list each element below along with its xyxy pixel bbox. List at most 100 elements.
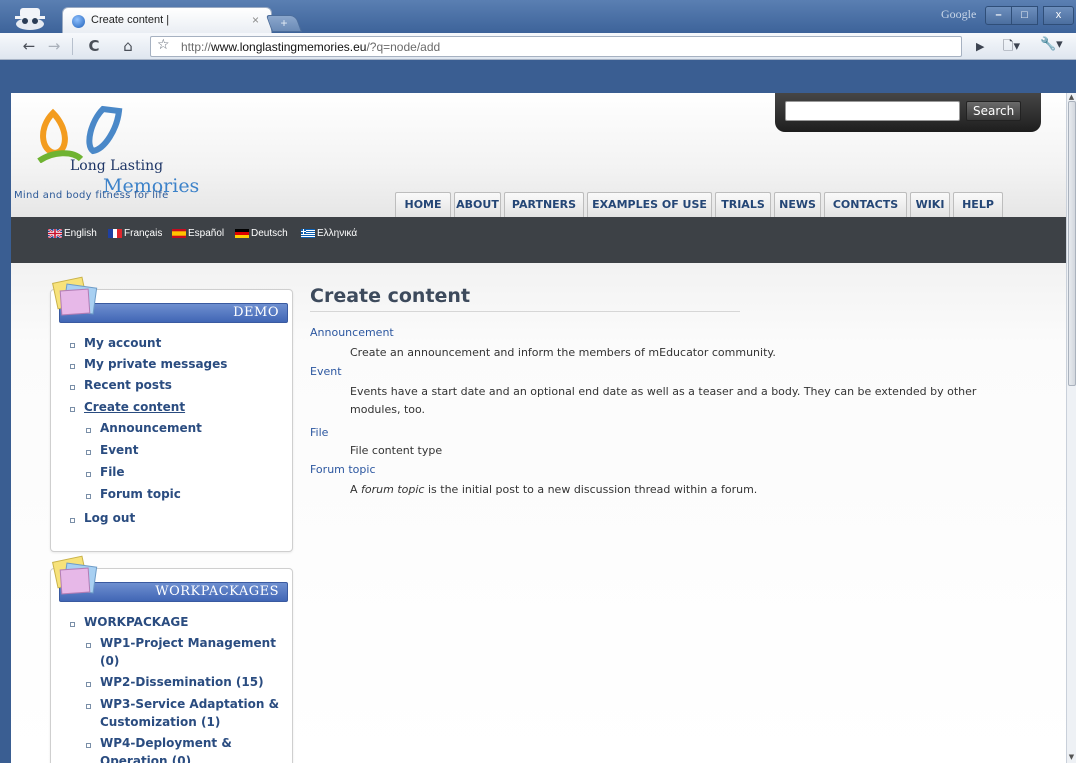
desc-event: Events have a start date and an optional… bbox=[350, 385, 977, 398]
forward-arrow-icon[interactable]: → bbox=[43, 37, 65, 57]
bullet-icon bbox=[70, 407, 75, 412]
menu-log-out[interactable]: Log out bbox=[84, 511, 135, 525]
menu-wp3-line2[interactable]: Customization (1) bbox=[100, 715, 220, 729]
page-viewport: Long Lasting Memories Mind and body fitn… bbox=[11, 93, 1066, 763]
menu-wp1-count[interactable]: (0) bbox=[100, 654, 119, 668]
uk-flag-icon bbox=[48, 229, 62, 238]
menu-forum-topic[interactable]: Forum topic bbox=[100, 487, 181, 501]
go-arrow-icon[interactable]: ▶ bbox=[976, 40, 984, 53]
menu-workpackage[interactable]: WORKPACKAGE bbox=[84, 615, 188, 629]
scroll-up-icon[interactable]: ▲ bbox=[1067, 93, 1076, 101]
search-input[interactable] bbox=[785, 101, 960, 121]
spain-flag-icon bbox=[172, 229, 186, 238]
bookmark-star-icon[interactable]: ☆ bbox=[157, 37, 170, 53]
incognito-icon bbox=[15, 8, 45, 30]
desc-event-line2: modules, too. bbox=[350, 403, 426, 416]
workpackages-block-title: WORKPACKAGES bbox=[155, 584, 279, 599]
menu-wp4-line2[interactable]: Operation (0) bbox=[100, 754, 191, 763]
url-text[interactable]: http://www.longlastingmemories.eu/?q=nod… bbox=[181, 40, 440, 54]
lang-greek[interactable]: Ελληνικά bbox=[317, 228, 357, 239]
bullet-icon bbox=[70, 364, 75, 369]
scroll-down-icon[interactable]: ▼ bbox=[1067, 753, 1076, 763]
menu-wp3[interactable]: WP3-Service Adaptation & bbox=[100, 697, 279, 711]
bullet-icon bbox=[70, 518, 75, 523]
search-button[interactable]: Search bbox=[966, 101, 1022, 121]
link-file[interactable]: File bbox=[310, 426, 328, 439]
bullet-icon bbox=[86, 428, 91, 433]
site-header: Long Lasting Memories Mind and body fitn… bbox=[11, 93, 1066, 217]
france-flag-icon bbox=[108, 229, 122, 238]
tab-close-icon[interactable]: × bbox=[252, 13, 259, 27]
home-icon[interactable]: ⌂ bbox=[117, 37, 139, 57]
desc-forum-post: is the initial post to a new discussion … bbox=[424, 483, 758, 496]
nav-tab-contacts[interactable]: CONTACTS bbox=[824, 192, 907, 217]
nav-tab-partners[interactable]: PARTNERS bbox=[504, 192, 584, 217]
toolbar-divider bbox=[72, 38, 73, 55]
bullet-icon bbox=[86, 494, 91, 499]
menu-private-messages[interactable]: My private messages bbox=[84, 357, 227, 371]
germany-flag-icon bbox=[235, 229, 249, 238]
lang-spanish[interactable]: Español bbox=[188, 228, 224, 239]
menu-create-content[interactable]: Create content bbox=[84, 400, 185, 414]
desc-forum-em: forum topic bbox=[361, 483, 425, 496]
lang-french[interactable]: Français bbox=[124, 228, 162, 239]
tab-title: Create content | bbox=[91, 14, 170, 26]
plus-icon: + bbox=[280, 16, 288, 30]
bullet-icon bbox=[70, 622, 75, 627]
demo-block: DEMO My account My private messages Rece… bbox=[50, 276, 293, 552]
menu-file[interactable]: File bbox=[100, 465, 125, 479]
minimize-button[interactable]: – bbox=[985, 6, 1012, 25]
nav-tab-examples[interactable]: EXAMPLES OF USE bbox=[587, 192, 712, 217]
menu-wp2[interactable]: WP2-Dissemination (15) bbox=[100, 675, 264, 689]
site-logo[interactable]: Long Lasting Memories bbox=[23, 103, 243, 203]
nav-tab-wiki[interactable]: WIKI bbox=[910, 192, 950, 217]
maximize-button[interactable]: □ bbox=[1011, 6, 1038, 25]
menu-wp1[interactable]: WP1-Project Management bbox=[100, 636, 276, 650]
menu-my-account[interactable]: My account bbox=[84, 336, 161, 350]
reload-icon[interactable]: C bbox=[83, 37, 105, 57]
bullet-icon bbox=[86, 472, 91, 477]
bullet-icon bbox=[86, 682, 91, 687]
menu-recent-posts[interactable]: Recent posts bbox=[84, 378, 172, 392]
browser-toolbar: ← → C ⌂ ☆ http://www.longlastingmemories… bbox=[0, 33, 1076, 60]
lang-german[interactable]: Deutsch bbox=[251, 228, 288, 239]
demo-block-title: DEMO bbox=[233, 305, 279, 320]
nav-tab-news[interactable]: NEWS bbox=[774, 192, 821, 217]
logo-text-line1: Long Lasting bbox=[70, 158, 164, 174]
scroll-thumb[interactable] bbox=[1068, 101, 1076, 386]
bullet-icon bbox=[86, 643, 91, 648]
desc-announcement: Create an announcement and inform the me… bbox=[350, 346, 776, 359]
search-box: Search bbox=[775, 93, 1041, 132]
page-scrollbar[interactable]: ▲ ▼ bbox=[1066, 93, 1076, 763]
butterfly-logo-icon bbox=[37, 105, 123, 163]
bullet-icon bbox=[70, 385, 75, 390]
nav-tab-help[interactable]: HELP bbox=[953, 192, 1003, 217]
greece-flag-icon bbox=[301, 229, 315, 238]
menu-wp4[interactable]: WP4-Deployment & bbox=[100, 736, 232, 750]
link-announcement[interactable]: Announcement bbox=[310, 326, 394, 339]
browser-titlebar: Create content | × + Google – □ x bbox=[0, 0, 1076, 34]
desc-forum-pre: A bbox=[350, 483, 362, 496]
lang-english[interactable]: English bbox=[64, 228, 97, 239]
nav-tab-home[interactable]: HOME bbox=[395, 192, 451, 217]
workpackages-block: WORKPACKAGES WORKPACKAGE WP1-Project Man… bbox=[50, 555, 293, 763]
menu-announcement[interactable]: Announcement bbox=[100, 421, 202, 435]
wrench-menu-icon[interactable]: 🔧▾ bbox=[1040, 37, 1063, 52]
close-window-button[interactable]: x bbox=[1043, 6, 1074, 25]
nav-tab-about[interactable]: ABOUT bbox=[454, 192, 501, 217]
desc-forum-topic: A forum topic is the initial post to a n… bbox=[350, 480, 757, 500]
link-forum-topic[interactable]: Forum topic bbox=[310, 463, 376, 476]
page-menu-icon[interactable]: 🗋▾ bbox=[1003, 37, 1020, 59]
browser-tab-active[interactable]: Create content | × bbox=[62, 7, 272, 34]
address-bar[interactable]: ☆ http://www.longlastingmemories.eu/?q=n… bbox=[150, 36, 962, 57]
sticky-notes-icon bbox=[52, 276, 98, 316]
bullet-icon bbox=[70, 343, 75, 348]
new-tab-button[interactable]: + bbox=[265, 15, 303, 32]
site-tagline: Mind and body fitness for life bbox=[14, 190, 169, 201]
desc-file: File content type bbox=[350, 444, 443, 457]
back-arrow-icon[interactable]: ← bbox=[18, 37, 40, 57]
menu-event[interactable]: Event bbox=[100, 443, 138, 457]
link-event[interactable]: Event bbox=[310, 365, 342, 378]
nav-tab-trials[interactable]: TRIALS bbox=[715, 192, 771, 217]
url-host: www.longlastingmemories.eu bbox=[211, 40, 367, 54]
